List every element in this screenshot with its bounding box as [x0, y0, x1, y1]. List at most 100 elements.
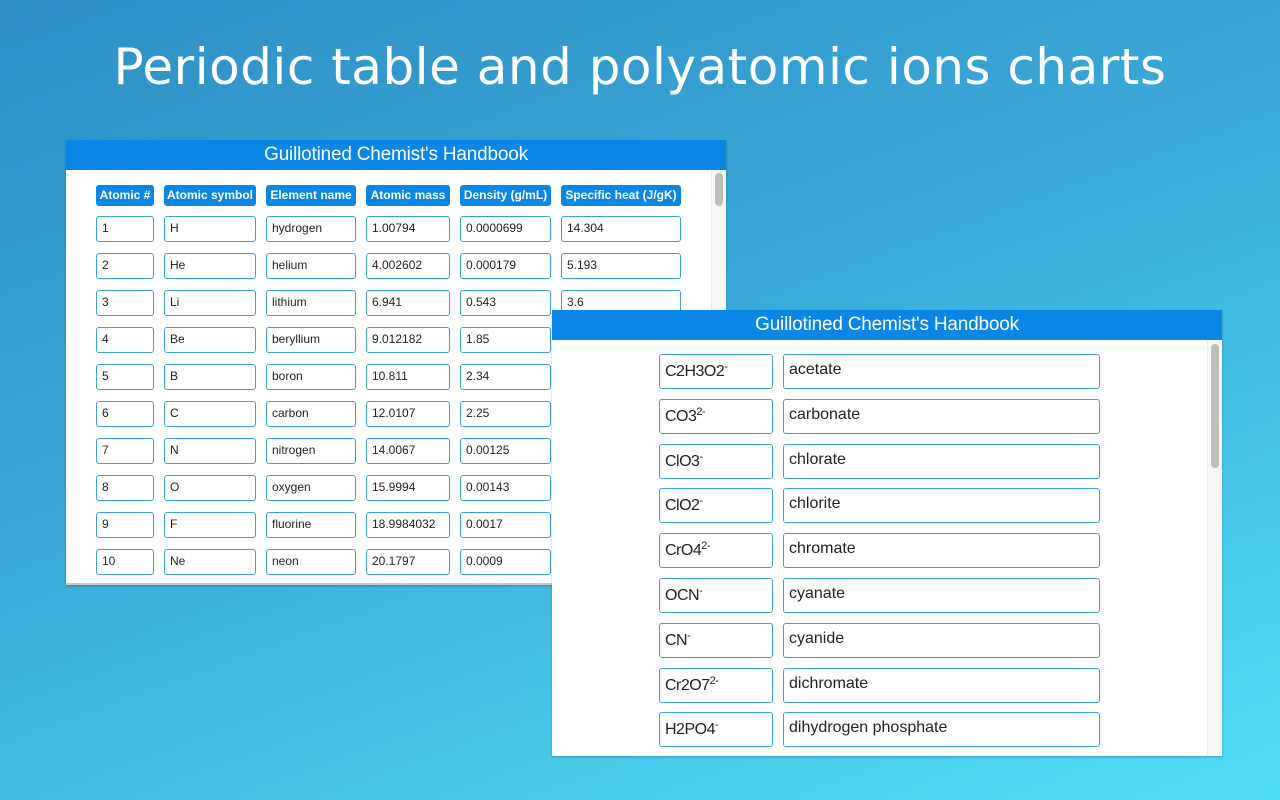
hero-title: Periodic table and polyatomic ions chart… — [113, 38, 1167, 96]
table-cell-field[interactable]: 0.000179 — [460, 253, 551, 279]
ion-formula-field[interactable]: CN- — [659, 622, 773, 658]
table-cell-field[interactable]: He — [164, 253, 256, 279]
table-cell-field[interactable]: carbon — [266, 401, 356, 427]
ion-name-field[interactable]: chlorite — [783, 488, 1100, 524]
ion-charge: - — [699, 495, 703, 508]
table-cell-field[interactable]: N — [164, 438, 256, 464]
table-cell-field[interactable]: 5 — [96, 364, 154, 390]
ion-row: CO32- carbonate — [659, 398, 1100, 434]
table-cell-field[interactable]: 10.811 — [366, 364, 450, 390]
table-cell-field[interactable]: nitrogen — [266, 438, 356, 464]
ion-charge: - — [714, 719, 719, 732]
ion-row: H2PO4- dihydrogen phosphate — [659, 712, 1100, 748]
ion-row: CN-cyanide — [659, 622, 1100, 658]
table-cell-field[interactable]: 0.0017 — [460, 512, 551, 538]
table-cell-field[interactable]: 2.34 — [460, 364, 551, 390]
table-cell-field[interactable]: 2.25 — [460, 401, 551, 427]
table-cell-field[interactable]: 0.0000699 — [460, 216, 551, 242]
column-header: Atomic # — [96, 185, 154, 206]
ion-formula-field[interactable]: C2H3O2- — [659, 354, 773, 389]
table-cell-field[interactable]: 6.941 — [366, 290, 450, 316]
table-cell-field[interactable]: 1 — [96, 216, 154, 242]
table-cell-field[interactable]: hydrogen — [266, 216, 356, 242]
ion-formula-text: CrO4 — [665, 542, 702, 560]
table-cell-field[interactable]: 4.002602 — [366, 253, 450, 279]
polyatomic-ions-window: Guillotined Chemist's Handbook C2H3O2- ac… — [552, 310, 1222, 756]
table-cell-field[interactable]: 12.0107 — [366, 401, 450, 427]
ion-formula-text: C2H3O2 — [665, 363, 725, 380]
ion-name-field[interactable]: dichromate — [783, 667, 1100, 703]
table-row: 1 Hhydrogen 1.00794 0.0000699 14.304 — [96, 216, 681, 242]
ion-charge: - — [687, 629, 691, 642]
table-cell-field[interactable]: Be — [164, 327, 256, 353]
table-cell-field[interactable]: 9.012182 — [366, 327, 450, 353]
ion-formula-text: CO3 — [665, 407, 697, 425]
ion-formula-field[interactable]: CO32- — [659, 398, 773, 434]
table-cell-field[interactable]: 8 — [96, 475, 154, 501]
table-cell-field[interactable]: 1.00794 — [366, 216, 450, 242]
table-cell-field[interactable]: 20.1797 — [366, 549, 450, 575]
table-cell-field[interactable]: fluorine — [266, 512, 356, 538]
scrollbar-thumb[interactable] — [1211, 344, 1219, 468]
table-cell-field[interactable]: 0.0009 — [460, 549, 551, 575]
table-cell-field[interactable]: 9 — [96, 512, 154, 538]
table-cell-field[interactable]: Ne — [164, 549, 256, 575]
column-header: Atomic mass — [366, 185, 450, 206]
window-title-bar: Guillotined Chemist's Handbook — [66, 140, 726, 170]
ion-formula-field[interactable]: CrO42- — [659, 533, 773, 569]
table-cell-field[interactable]: Li — [164, 290, 256, 316]
table-row: 2 He helium 4.002602 0.000179 5.193 — [96, 253, 681, 279]
table-cell-field[interactable]: 15.9994 — [366, 475, 450, 501]
ion-row: OCN-cyanate — [659, 577, 1100, 613]
table-cell-field[interactable]: 4 — [96, 327, 154, 353]
ion-row: C2H3O2- acetate — [659, 354, 1100, 389]
table-cell-field[interactable]: 14.304 — [561, 216, 681, 242]
ion-formula-text: H2PO4 — [665, 721, 715, 739]
table-cell-field[interactable]: lithium — [266, 290, 356, 316]
table-cell-field[interactable]: helium — [266, 253, 356, 279]
ion-charge: - — [699, 584, 703, 597]
table-cell-field[interactable]: 0.543 — [460, 290, 551, 316]
table-cell-field[interactable]: 18.9984032 — [366, 512, 450, 538]
ion-name-field[interactable]: acetate — [783, 354, 1100, 389]
ion-formula-text: OCN — [665, 586, 700, 604]
table-cell-field[interactable]: 0.00143 — [460, 475, 551, 501]
table-cell-field[interactable]: 10 — [96, 549, 154, 575]
ion-formula-field[interactable]: H2PO4- — [659, 712, 773, 748]
table-cell-field[interactable]: 14.0067 — [366, 438, 450, 464]
ion-formula-field[interactable]: OCN- — [659, 577, 773, 613]
table-cell-field[interactable]: 3 — [96, 290, 154, 316]
table-cell-field[interactable]: boron — [266, 364, 356, 390]
window-title-bar: Guillotined Chemist's Handbook — [552, 310, 1222, 340]
ion-name-field[interactable]: chromate — [783, 533, 1100, 569]
table-cell-field[interactable]: 7 — [96, 438, 154, 464]
table-cell-field[interactable]: neon — [266, 549, 356, 575]
ion-row: Cr2O72- dichromate — [659, 667, 1100, 703]
table-cell-field[interactable]: 1.85 — [460, 327, 551, 353]
ion-formula-field[interactable]: ClO3- — [659, 443, 773, 479]
column-header: Element name — [266, 185, 356, 206]
scrollbar-thumb[interactable] — [715, 173, 723, 206]
table-cell-field[interactable]: 2 — [96, 253, 154, 279]
table-cell-field[interactable]: 0.00125 — [460, 438, 551, 464]
ion-charge: 2- — [701, 540, 711, 553]
ion-name-field[interactable]: cyanide — [783, 622, 1100, 658]
ion-formula-text: ClO2 — [665, 497, 700, 515]
ion-name-field[interactable]: dihydrogen phosphate — [783, 712, 1100, 748]
scrollbar[interactable] — [1207, 340, 1222, 756]
table-cell-field[interactable]: 5.193 — [561, 253, 681, 279]
ion-name-field[interactable]: chlorate — [783, 443, 1100, 479]
table-cell-field[interactable]: 6 — [96, 401, 154, 427]
ion-name-field[interactable]: carbonate — [783, 398, 1100, 434]
ion-formula-field[interactable]: Cr2O72- — [659, 667, 773, 703]
ion-formula-field[interactable]: ClO2- — [659, 488, 773, 524]
table-cell-field[interactable]: O — [164, 475, 256, 501]
ion-list: C2H3O2- acetate CO32- carbonate ClO3- chlorat… — [659, 354, 1100, 756]
table-cell-field[interactable]: H — [164, 216, 256, 242]
table-cell-field[interactable]: C — [164, 401, 256, 427]
ion-name-field[interactable]: cyanate — [783, 577, 1100, 613]
table-cell-field[interactable]: beryllium — [266, 327, 356, 353]
table-cell-field[interactable]: F — [164, 512, 256, 538]
table-cell-field[interactable]: B — [164, 364, 256, 390]
table-cell-field[interactable]: oxygen — [266, 475, 356, 501]
